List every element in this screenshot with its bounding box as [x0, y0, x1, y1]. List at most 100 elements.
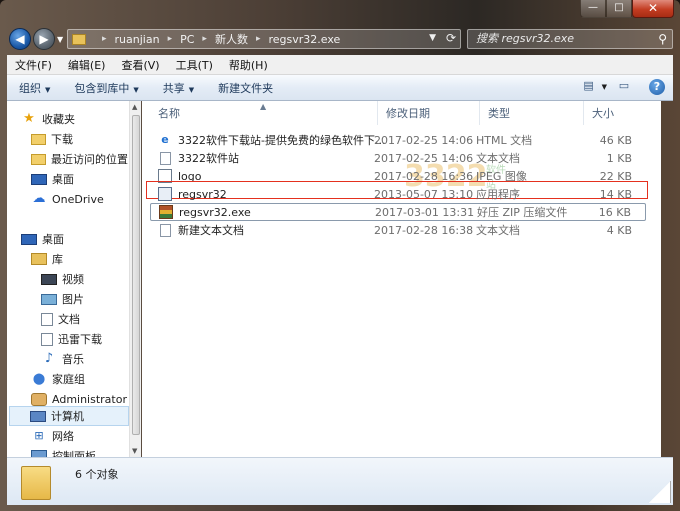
homegroup-icon: ⬤ [32, 372, 46, 385]
file-name: regsvr32.exe [179, 205, 251, 219]
xunlei-download-icon [41, 332, 53, 346]
file-row[interactable]: regsvr32.exe 2017-03-01 13:31 好压 ZIP 压缩文… [150, 203, 646, 221]
documents-library-icon [41, 312, 53, 326]
include-in-library-button[interactable]: 包含到库中 ▼ [62, 80, 150, 96]
file-date: 2017-02-25 14:06 [374, 133, 474, 147]
file-list: ▲ 名称 修改日期 类型 大小 3322 软件站 e 3322软件下载站-提供免… [142, 101, 661, 457]
navigation-pane: ★ 收藏夹 下载 最近访问的位置 桌面 ☁ OneDrive 桌面 库 视频 图… [7, 101, 129, 457]
nav-libraries[interactable]: 库 [31, 249, 129, 269]
nav-onedrive[interactable]: ☁ OneDrive [31, 189, 129, 209]
nav-network[interactable]: ⊞ 网络 [31, 426, 129, 446]
nav-label: 控制面板 [52, 450, 96, 457]
music-note-icon: ♪ [44, 351, 54, 366]
library-icon [31, 253, 47, 265]
nav-label: OneDrive [52, 192, 104, 206]
menu-view[interactable]: 查看(V) [113, 57, 167, 73]
computer-icon [30, 410, 46, 422]
minimize-button[interactable]: — [580, 0, 606, 18]
nav-homegroup[interactable]: ⬤ 家庭组 [31, 369, 129, 389]
menu-help[interactable]: 帮助(H) [221, 57, 276, 73]
nav-recent-places[interactable]: 最近访问的位置 [31, 149, 129, 169]
column-header-name[interactable]: 名称 [150, 101, 378, 125]
scroll-down-icon[interactable]: ▼ [132, 447, 137, 455]
chevron-down-icon: ▼ [133, 85, 139, 94]
close-button[interactable]: ✕ [632, 0, 674, 18]
column-header-date[interactable]: 修改日期 [378, 101, 480, 125]
nav-label: 音乐 [62, 353, 84, 366]
nav-label: 下载 [51, 133, 73, 146]
breadcrumb-item[interactable]: ruanjian [115, 33, 160, 46]
nav-desktop-favorite[interactable]: 桌面 [31, 169, 129, 189]
forward-button[interactable]: ▶ [33, 28, 55, 50]
file-row[interactable]: 新建文本文档 2017-02-28 16:38 文本文档 4 KB [150, 221, 646, 239]
breadcrumb-separator[interactable]: ▸ [102, 34, 107, 44]
nav-xunlei-downloads[interactable]: 迅雷下载 [41, 329, 129, 349]
desktop-icon [31, 173, 47, 185]
nav-documents[interactable]: 文档 [41, 309, 129, 329]
breadcrumb-item[interactable]: regsvr32.exe [268, 33, 340, 46]
share-button[interactable]: 共享 ▼ [151, 80, 206, 96]
file-date: 2017-02-25 14:06 [374, 151, 474, 165]
help-icon[interactable]: ? [649, 79, 665, 95]
preview-pane-icon[interactable]: ▭ [615, 79, 633, 95]
view-dropdown-icon[interactable]: ▼ [602, 83, 607, 91]
nav-music[interactable]: ♪ 音乐 [41, 349, 129, 369]
maximize-button[interactable]: □ [606, 0, 632, 18]
nav-pictures[interactable]: 图片 [41, 289, 129, 309]
column-header-size[interactable]: 大小 [584, 101, 654, 125]
nav-computer[interactable]: 计算机 [9, 406, 129, 426]
chevron-down-icon: ▼ [45, 85, 51, 94]
control-panel-icon [31, 450, 47, 457]
refresh-icon[interactable]: ⟳ [446, 31, 456, 45]
column-header-type[interactable]: 类型 [480, 101, 584, 125]
menu-edit[interactable]: 编辑(E) [60, 57, 114, 73]
file-size: 46 KB [599, 133, 632, 147]
file-row[interactable]: e 3322软件下载站-提供免费的绿色软件下... 2017-02-25 14:… [150, 131, 646, 149]
file-row[interactable]: 3322软件站 2017-02-25 14:06 文本文档 1 KB [150, 149, 646, 167]
menu-tools[interactable]: 工具(T) [168, 57, 221, 73]
explorer-window: — □ ✕ ◀ ▶ ▼ ▸ ruanjian ▸ PC ▸ 新人数 ▸ regs… [0, 0, 680, 511]
organize-button[interactable]: 组织 ▼ [7, 80, 62, 96]
nav-downloads[interactable]: 下载 [31, 129, 129, 149]
breadcrumb-separator[interactable]: ▸ [256, 34, 261, 44]
search-input[interactable]: 搜索 regsvr32.exe ⚲ [467, 29, 673, 49]
breadcrumb-separator[interactable]: ▸ [168, 34, 173, 44]
nav-label: 库 [52, 253, 63, 266]
star-icon: ★ [23, 111, 35, 126]
file-type: 文本文档 [476, 224, 520, 237]
nav-label: Administrator [52, 392, 127, 406]
file-size: 14 KB [599, 187, 632, 201]
nav-videos[interactable]: 视频 [41, 269, 129, 289]
nav-control-panel[interactable]: 控制面板 [31, 446, 129, 457]
navigation-scrollbar[interactable]: ▲ ▼ [129, 101, 141, 457]
file-size: 1 KB [606, 151, 632, 165]
nav-desktop[interactable]: 桌面 [21, 229, 129, 249]
address-dropdown-icon[interactable]: ▼ [429, 33, 436, 43]
view-options-icon[interactable]: ▤ [580, 79, 598, 95]
breadcrumb-separator[interactable]: ▸ [202, 34, 207, 44]
user-folder-icon [31, 392, 47, 406]
file-date: 2017-03-01 13:31 [375, 205, 475, 219]
address-bar[interactable]: ▸ ruanjian ▸ PC ▸ 新人数 ▸ regsvr32.exe ▼ ⟳ [67, 29, 461, 49]
breadcrumb-item[interactable]: PC [180, 33, 194, 46]
nav-favorites[interactable]: ★ 收藏夹 [21, 109, 129, 129]
text-file-icon [160, 223, 171, 237]
command-bar: 组织 ▼ 包含到库中 ▼ 共享 ▼ 新建文件夹 ▤ ▼ ▭ ? [7, 75, 673, 101]
nav-label: 文档 [58, 313, 80, 326]
search-icon[interactable]: ⚲ [658, 30, 667, 48]
recent-pages-dropdown-icon[interactable]: ▼ [57, 35, 63, 44]
file-row[interactable]: regsvr32 2013-05-07 13:10 应用程序 14 KB [150, 185, 646, 203]
back-button[interactable]: ◀ [9, 28, 31, 50]
resize-grip[interactable] [649, 481, 671, 503]
menu-file[interactable]: 文件(F) [7, 57, 60, 73]
scrollbar-thumb[interactable] [132, 115, 140, 435]
search-placeholder: 搜索 regsvr32.exe [476, 32, 575, 45]
file-date: 2017-02-28 16:38 [374, 223, 474, 237]
status-bar: 6 个对象 [7, 457, 673, 505]
scroll-up-icon[interactable]: ▲ [132, 103, 137, 111]
chevron-down-icon: ▼ [188, 85, 195, 94]
video-library-icon [41, 273, 57, 285]
new-folder-button[interactable]: 新建文件夹 [206, 80, 285, 96]
file-type: 应用程序 [476, 188, 520, 201]
breadcrumb-item[interactable]: 新人数 [215, 31, 248, 47]
